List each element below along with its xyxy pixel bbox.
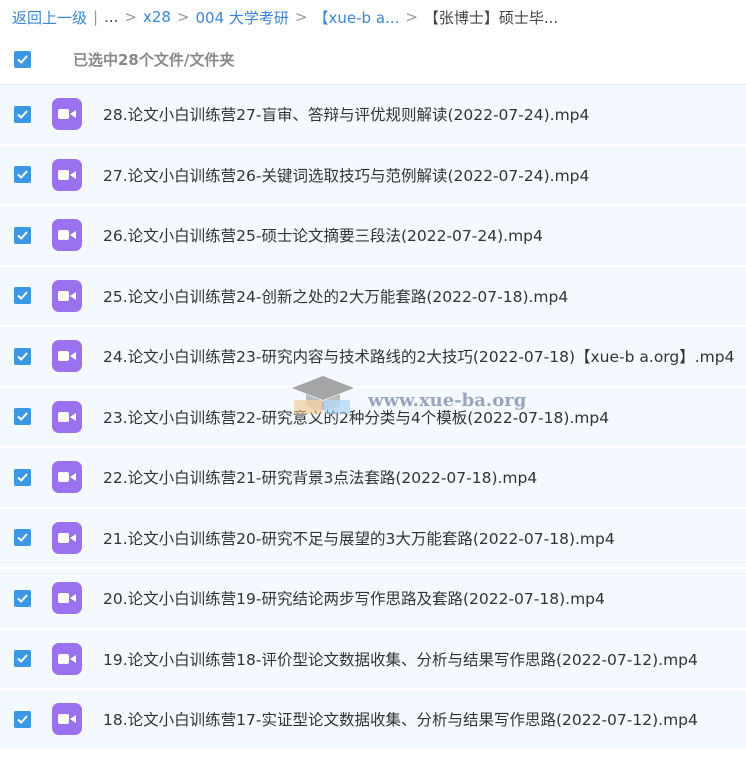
- file-name[interactable]: 27.论文小白训练营26-关键词选取技巧与范例解读(2022-07-24).mp…: [103, 164, 589, 186]
- file-name[interactable]: 22.论文小白训练营21-研究背景3点法套路(2022-07-18).mp4: [103, 466, 537, 488]
- breadcrumb-item-xueba[interactable]: 【xue-b a...: [314, 7, 400, 28]
- file-row[interactable]: 24.论文小白训练营23-研究内容与技术路线的2大技巧(2022-07-18)【…: [0, 327, 746, 388]
- file-checkbox[interactable]: [14, 226, 31, 244]
- file-row[interactable]: 22.论文小白训练营21-研究背景3点法套路(2022-07-18).mp4: [0, 448, 746, 509]
- video-file-icon: [52, 703, 82, 736]
- file-name[interactable]: 25.论文小白训练营24-创新之处的2大万能套路(2022-07-18).mp4: [103, 285, 568, 307]
- check-icon: [17, 54, 28, 64]
- chevron-right-icon: >: [176, 8, 190, 26]
- check-icon: [17, 594, 28, 603]
- check-icon: [17, 533, 28, 543]
- file-checkbox[interactable]: [14, 650, 31, 668]
- file-name[interactable]: 21.论文小白训练营20-研究不足与展望的3大万能套路(2022-07-18).…: [103, 527, 615, 549]
- video-file-icon: [52, 521, 82, 554]
- chevron-right-icon: >: [294, 8, 308, 26]
- file-checkbox[interactable]: [14, 347, 31, 365]
- file-name[interactable]: 20.论文小白训练营19-研究结论两步写作思路及套路(2022-07-18).m…: [103, 587, 605, 609]
- chevron-right-icon: >: [405, 8, 418, 26]
- select-all-checkbox[interactable]: [14, 50, 31, 68]
- breadcrumb-ellipsis[interactable]: ...: [104, 8, 118, 26]
- file-checkbox[interactable]: [14, 287, 31, 305]
- file-name[interactable]: 24.论文小白训练营23-研究内容与技术路线的2大技巧(2022-07-18)【…: [103, 345, 734, 367]
- breadcrumb: 返回上一级 | ... > x28 > 004 大学考研 > 【xue-b a.…: [0, 0, 746, 34]
- file-name[interactable]: 28.论文小白训练营27-盲审、答辩与评优规则解读(2022-07-24).mp…: [103, 103, 589, 125]
- file-list: 28.论文小白训练营27-盲审、答辩与评优规则解读(2022-07-24).mp…: [0, 85, 746, 751]
- file-checkbox[interactable]: [14, 105, 31, 123]
- breadcrumb-current: 【张博士】硕士毕...: [423, 8, 559, 27]
- file-row[interactable]: 19.论文小白训练营18-评价型论文数据收集、分析与结果写作思路(2022-07…: [0, 629, 746, 690]
- file-name[interactable]: 23.论文小白训练营22-研究意义的2种分类与4个模板(2022-07-18).…: [103, 406, 609, 428]
- check-icon: [17, 110, 28, 119]
- video-file-icon: [52, 158, 82, 191]
- video-file-icon: [52, 98, 82, 131]
- file-row[interactable]: 20.论文小白训练营19-研究结论两步写作思路及套路(2022-07-18).m…: [0, 569, 746, 630]
- chevron-right-icon: >: [124, 8, 137, 26]
- back-link[interactable]: 返回上一级: [12, 7, 87, 28]
- file-row[interactable]: 18.论文小白训练营17-实证型论文数据收集、分析与结果写作思路(2022-07…: [0, 690, 746, 751]
- check-icon: [17, 352, 28, 361]
- file-name[interactable]: 19.论文小白训练营18-评价型论文数据收集、分析与结果写作思路(2022-07…: [103, 648, 698, 670]
- file-checkbox[interactable]: [14, 710, 31, 728]
- video-file-icon: [52, 219, 82, 252]
- check-icon: [17, 231, 28, 240]
- video-file-icon: [52, 400, 82, 433]
- file-row[interactable]: 27.论文小白训练营26-关键词选取技巧与范例解读(2022-07-24).mp…: [0, 145, 746, 206]
- check-icon: [17, 654, 28, 664]
- breadcrumb-item-exam[interactable]: 004 大学考研: [196, 7, 289, 28]
- video-file-icon: [52, 642, 82, 675]
- file-row[interactable]: 28.论文小白训练营27-盲审、答辩与评优规则解读(2022-07-24).mp…: [0, 85, 746, 146]
- breadcrumb-item-x28[interactable]: x28: [143, 8, 171, 26]
- breadcrumb-divider: |: [93, 8, 99, 26]
- file-row[interactable]: 25.论文小白训练营24-创新之处的2大万能套路(2022-07-18).mp4: [0, 266, 746, 327]
- file-checkbox[interactable]: [14, 408, 31, 426]
- file-name[interactable]: 26.论文小白训练营25-硕士论文摘要三段法(2022-07-24).mp4: [103, 224, 543, 246]
- file-checkbox[interactable]: [14, 166, 31, 184]
- file-row[interactable]: 21.论文小白训练营20-研究不足与展望的3大万能套路(2022-07-18).…: [0, 508, 746, 569]
- video-file-icon: [52, 340, 82, 373]
- check-icon: [17, 291, 28, 301]
- check-icon: [17, 715, 28, 724]
- file-row[interactable]: 23.论文小白训练营22-研究意义的2种分类与4个模板(2022-07-18).…: [0, 387, 746, 448]
- file-checkbox[interactable]: [14, 468, 31, 486]
- file-checkbox[interactable]: [14, 529, 31, 547]
- video-file-icon: [52, 582, 82, 615]
- selection-count-label: 已选中28个文件/文件夹: [73, 50, 235, 69]
- file-row[interactable]: 26.论文小白训练营25-硕士论文摘要三段法(2022-07-24).mp4: [0, 206, 746, 267]
- check-icon: [17, 473, 28, 482]
- video-file-icon: [52, 279, 82, 312]
- video-file-icon: [52, 461, 82, 494]
- file-name[interactable]: 18.论文小白训练营17-实证型论文数据收集、分析与结果写作思路(2022-07…: [103, 708, 698, 730]
- check-icon: [17, 170, 28, 180]
- check-icon: [17, 412, 28, 422]
- file-checkbox[interactable]: [14, 589, 31, 607]
- selection-bar: 已选中28个文件/文件夹: [0, 34, 746, 85]
